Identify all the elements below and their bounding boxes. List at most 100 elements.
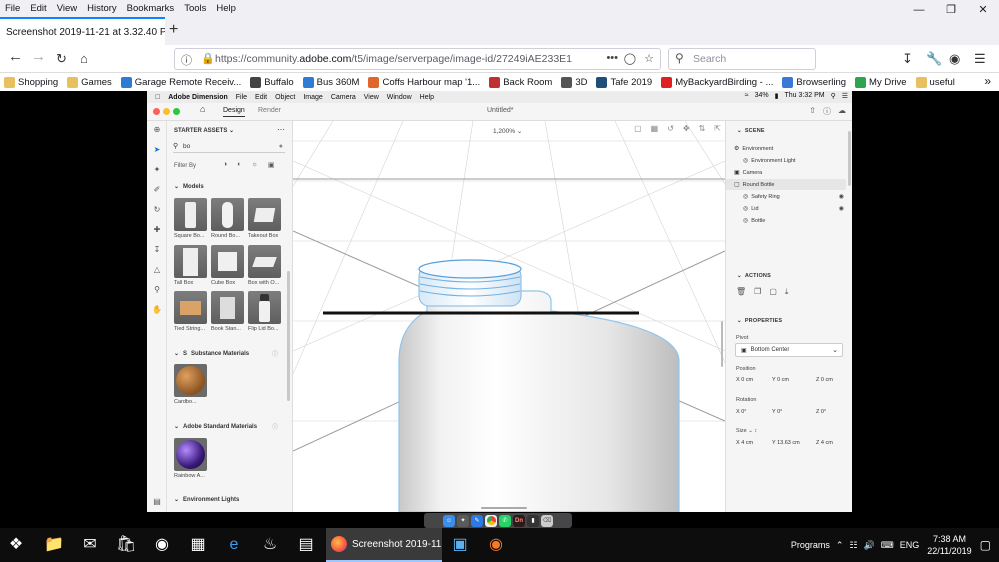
lock-proportions-icon[interactable]: ↕: [754, 428, 757, 434]
chrome-icon[interactable]: [485, 514, 497, 527]
filter-lights-icon[interactable]: ☼: [251, 161, 257, 169]
menu-hamburger-icon[interactable]: ☰: [974, 51, 986, 67]
launchpad-icon[interactable]: ✦: [457, 514, 469, 527]
group-icon[interactable]: ▢: [769, 287, 777, 297]
xcode-icon[interactable]: ✎: [471, 514, 483, 527]
asset-cardboard-material[interactable]: [174, 364, 207, 397]
edge-icon[interactable]: e: [224, 535, 244, 555]
taskbar-firefox-window[interactable]: Screenshot 2019-11...: [326, 528, 442, 562]
tab-render[interactable]: Render: [258, 107, 281, 114]
asset-search-input[interactable]: ⚲ bo ●: [173, 141, 285, 153]
orbit-camera-icon[interactable]: ↺: [667, 124, 674, 133]
page-actions-icon[interactable]: •••: [606, 52, 618, 64]
properties-section-header[interactable]: ⌄ PROPERTIES: [737, 318, 782, 324]
bookmark-item[interactable]: Buffalo: [246, 76, 298, 88]
bookmark-item[interactable]: Tafe 2019: [592, 76, 657, 88]
fit-icon[interactable]: ⇱: [714, 124, 721, 133]
position-y-field[interactable]: Y 0 cm: [772, 377, 816, 383]
store-icon[interactable]: 🛍: [116, 535, 136, 555]
models-section-header[interactable]: ⌄ Models: [174, 183, 204, 191]
traffic-minimize-icon[interactable]: [163, 108, 170, 115]
bottle-body[interactable]: [398, 290, 680, 512]
scene-item[interactable]: ◎ Environment Light: [726, 155, 846, 166]
rotation-x-field[interactable]: X 0°: [736, 409, 772, 415]
bookmark-item[interactable]: 3D: [557, 76, 592, 88]
filter-images-icon[interactable]: ▣: [268, 161, 275, 169]
traffic-close-icon[interactable]: [153, 108, 160, 115]
new-tab-icon[interactable]: +: [169, 21, 178, 39]
visibility-icon[interactable]: ◉: [839, 193, 844, 200]
select-tool-icon[interactable]: ➤: [152, 145, 162, 154]
zoom-icon[interactable]: ⚲: [152, 285, 162, 294]
zoom-level[interactable]: 1,200% ⌄: [493, 127, 522, 135]
menu-help[interactable]: Help: [211, 3, 241, 14]
orbit-icon[interactable]: ↻: [152, 205, 162, 214]
mac-menu-edit[interactable]: Edit: [251, 94, 271, 101]
asset-tall-box[interactable]: [174, 245, 207, 278]
canvas-viewport[interactable]: 1,200% ⌄ ▢ ▦ ↺ ✥ ⇅ ⇱: [293, 121, 725, 512]
network-icon[interactable]: ☷: [849, 540, 857, 551]
taskbar-clock[interactable]: 7:38 AM 22/11/2019: [927, 533, 971, 557]
finder-icon[interactable]: ☺: [443, 514, 455, 527]
position-z-field[interactable]: Z 0 cm: [816, 377, 833, 383]
downloads-icon[interactable]: ↧: [902, 51, 913, 67]
scene-item[interactable]: ◎ Bottle: [726, 215, 846, 226]
duplicate-icon[interactable]: ❐: [754, 287, 761, 297]
asset-tied-string-box[interactable]: [174, 291, 207, 324]
info-icon[interactable]: ⓘ: [272, 422, 278, 431]
help-icon[interactable]: ⓘ: [823, 106, 831, 117]
programs-label[interactable]: Programs: [791, 540, 830, 550]
standard-materials-section-header[interactable]: ⌄ Adobe Standard Materials ⓘ: [174, 422, 286, 432]
mac-menu-object[interactable]: Object: [271, 94, 299, 101]
terminal-icon[interactable]: ▮: [527, 514, 539, 527]
viewport-scroll-handle[interactable]: [481, 507, 527, 509]
horizon-icon[interactable]: △: [152, 265, 162, 274]
asset-flip-lid-bottle[interactable]: [248, 291, 281, 324]
unreal-icon[interactable]: ◉: [152, 535, 172, 555]
grid-icon[interactable]: ▦: [651, 124, 659, 133]
keyboard-icon[interactable]: ⌨: [881, 540, 894, 551]
chevron-down-icon[interactable]: ⌄: [748, 428, 753, 434]
more-options-icon[interactable]: ⋯: [277, 125, 285, 134]
substance-section-header[interactable]: ⌄ S Substance Materials ⓘ: [174, 349, 286, 359]
scene-scrollbar[interactable]: [848, 131, 851, 186]
menu-tools[interactable]: Tools: [179, 3, 211, 14]
volume-icon[interactable]: 🔊: [864, 540, 875, 551]
scene-item[interactable]: ▢ Round Bottle: [726, 179, 846, 190]
eyedropper-icon[interactable]: ✐: [152, 185, 162, 194]
frame-icon[interactable]: ▢: [634, 124, 642, 133]
mac-menu-file[interactable]: File: [232, 94, 251, 101]
hand-icon[interactable]: ✋: [152, 305, 162, 314]
scene-item[interactable]: ◎ Safety Ring ◉: [726, 191, 846, 202]
bookmark-item[interactable]: My Drive: [851, 76, 911, 88]
size-z-field[interactable]: Z 4 cm: [816, 440, 833, 446]
asset-square-bottle[interactable]: [174, 198, 207, 231]
drop-to-ground-icon[interactable]: ⤓: [785, 287, 789, 297]
home-icon[interactable]: ⌂: [80, 51, 88, 66]
actions-section-header[interactable]: ⌄ ACTIONS: [737, 273, 771, 279]
asset-rainbow-material[interactable]: [174, 438, 207, 471]
mac-menu-view[interactable]: View: [360, 94, 383, 101]
menu-bookmarks[interactable]: Bookmarks: [122, 3, 180, 14]
mail-icon[interactable]: ✉: [80, 535, 100, 555]
apple-icon[interactable]: : [147, 94, 164, 101]
menu-history[interactable]: History: [82, 3, 122, 14]
mac-menu-help[interactable]: Help: [416, 94, 438, 101]
traffic-zoom-icon[interactable]: [173, 108, 180, 115]
rotation-z-field[interactable]: Z 0°: [816, 409, 826, 415]
mac-menu-window[interactable]: Window: [383, 94, 416, 101]
info-icon[interactable]: ⓘ: [272, 349, 278, 358]
filter-materials-icon[interactable]: ◐: [237, 161, 241, 169]
asset-cube-box[interactable]: [211, 245, 244, 278]
cloud-icon[interactable]: ☁: [838, 106, 846, 117]
scene-section-header[interactable]: ⌄ SCENE: [737, 128, 765, 134]
menu-file[interactable]: File: [0, 3, 25, 14]
bookmark-item[interactable]: Games: [63, 76, 117, 88]
bookmark-item[interactable]: Bus 360M: [299, 76, 365, 88]
bookmark-item[interactable]: Back Room: [485, 76, 557, 88]
dolly-icon[interactable]: ↧: [152, 245, 162, 254]
visibility-icon[interactable]: ◉: [839, 205, 844, 212]
tools-icon[interactable]: 🔧: [926, 51, 942, 67]
bookmark-item[interactable]: MyBackyardBirding - ...: [657, 76, 778, 88]
forward-icon[interactable]: →: [31, 48, 46, 65]
